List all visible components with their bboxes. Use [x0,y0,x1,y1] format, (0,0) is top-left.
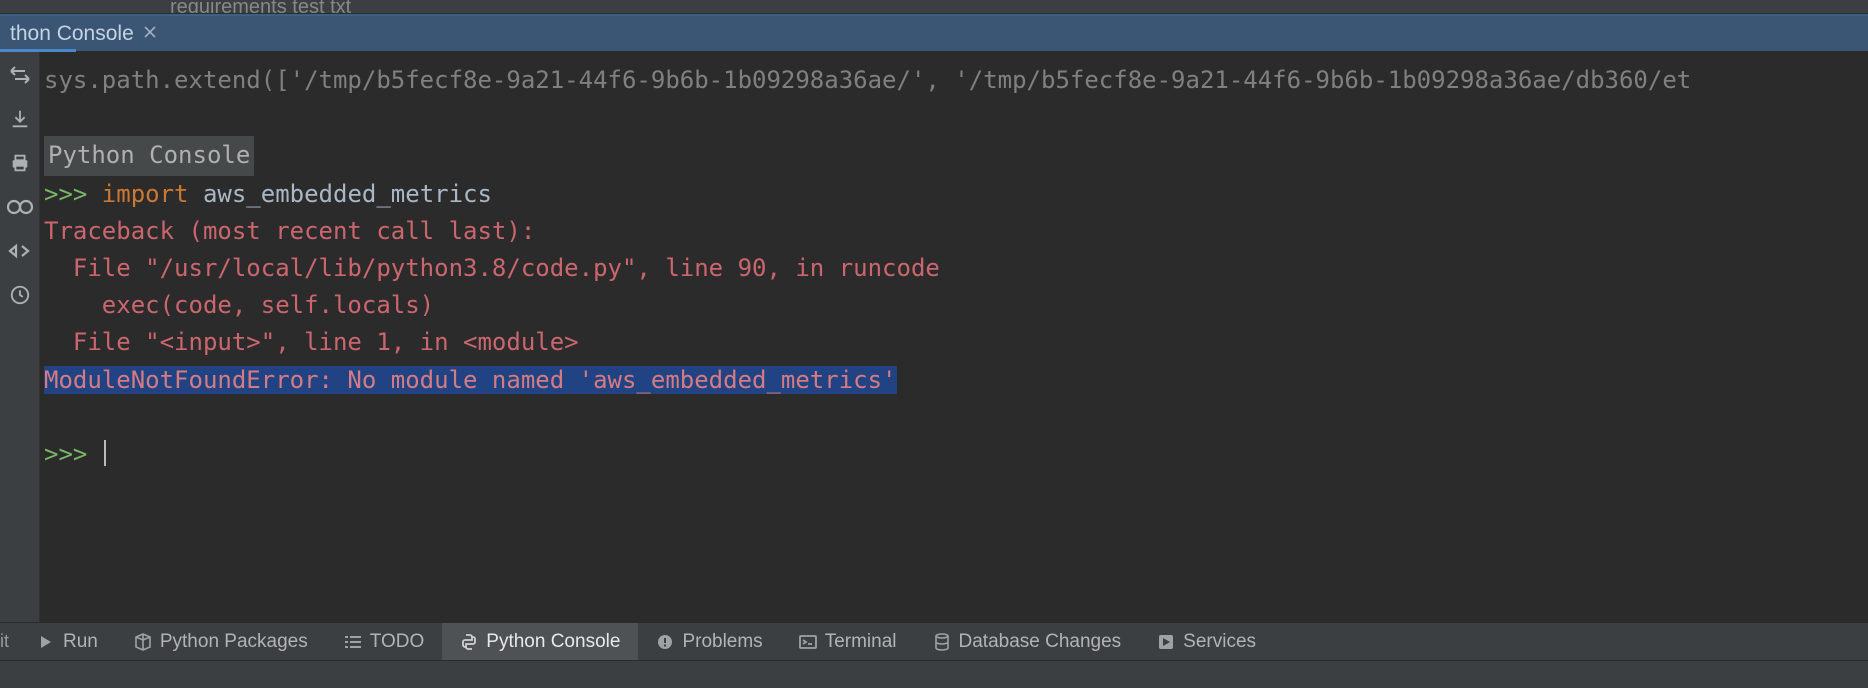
python-icon [460,633,478,651]
editor-tab-fragment: requirements test txt [0,0,1868,14]
services-tab[interactable]: Services [1139,623,1274,660]
play-icon [37,633,55,651]
traceback-header: Traceback (most recent call last): [44,217,535,245]
terminal-icon [799,633,817,651]
print-icon[interactable] [7,150,33,176]
sys-path-line: sys.path.extend(['/tmp/b5fecf8e-9a21-44f… [44,66,1691,94]
database-icon [933,633,951,651]
console-label: Python Console [44,136,254,175]
error-line: ModuleNotFoundError: No module named 'aw… [44,366,897,394]
tab-label: Database Changes [959,631,1122,653]
tab-label: Python Packages [160,631,308,653]
bottom-tool-bar: it Run Python Packages TODO Python Conso… [0,622,1868,660]
run-tab[interactable]: Run [19,623,116,660]
database-changes-tab[interactable]: Database Changes [915,623,1140,660]
console-output[interactable]: sys.path.extend(['/tmp/b5fecf8e-9a21-44f… [40,52,1868,622]
tab-label: Services [1183,631,1256,653]
rerun-icon[interactable] [7,62,33,88]
python-packages-tab[interactable]: Python Packages [116,623,326,660]
traceback-line: File "<input>", line 1, in <module> [44,328,579,356]
text-cursor [104,440,106,466]
tab-label: Terminal [825,631,897,653]
git-tab-fragment[interactable]: it [0,623,19,660]
list-icon [344,633,362,651]
variables-icon[interactable] [7,194,33,220]
close-icon[interactable] [144,25,156,43]
python-console-tab[interactable]: thon Console [0,16,170,51]
tab-title: thon Console [10,22,134,46]
prompt: >>> [44,440,102,468]
terminal-tab[interactable]: Terminal [781,623,915,660]
console-toolbar [0,52,40,622]
tab-label: Problems [682,631,762,653]
tab-label: Run [63,631,98,653]
download-icon[interactable] [7,106,33,132]
python-console-tab[interactable]: Python Console [442,623,638,660]
prompt: >>> [44,180,102,208]
tab-label: TODO [370,631,425,653]
traceback-line: File "/usr/local/lib/python3.8/code.py",… [44,254,940,282]
tab-label: Python Console [486,631,620,653]
expand-icon[interactable] [7,238,33,264]
history-icon[interactable] [7,282,33,308]
problems-tab[interactable]: Problems [638,623,780,660]
warning-icon [656,633,674,651]
module-name: aws_embedded_metrics [189,180,492,208]
packages-icon [134,633,152,651]
console-panel: sys.path.extend(['/tmp/b5fecf8e-9a21-44f… [0,52,1868,622]
keyword-import: import [102,180,189,208]
traceback-line: exec(code, self.locals) [44,291,434,319]
editor-tab-filename: requirements test txt [170,0,351,14]
tool-window-tab-bar: thon Console [0,14,1868,52]
status-bar-fragment [0,660,1868,688]
todo-tab[interactable]: TODO [326,623,443,660]
services-icon [1157,633,1175,651]
